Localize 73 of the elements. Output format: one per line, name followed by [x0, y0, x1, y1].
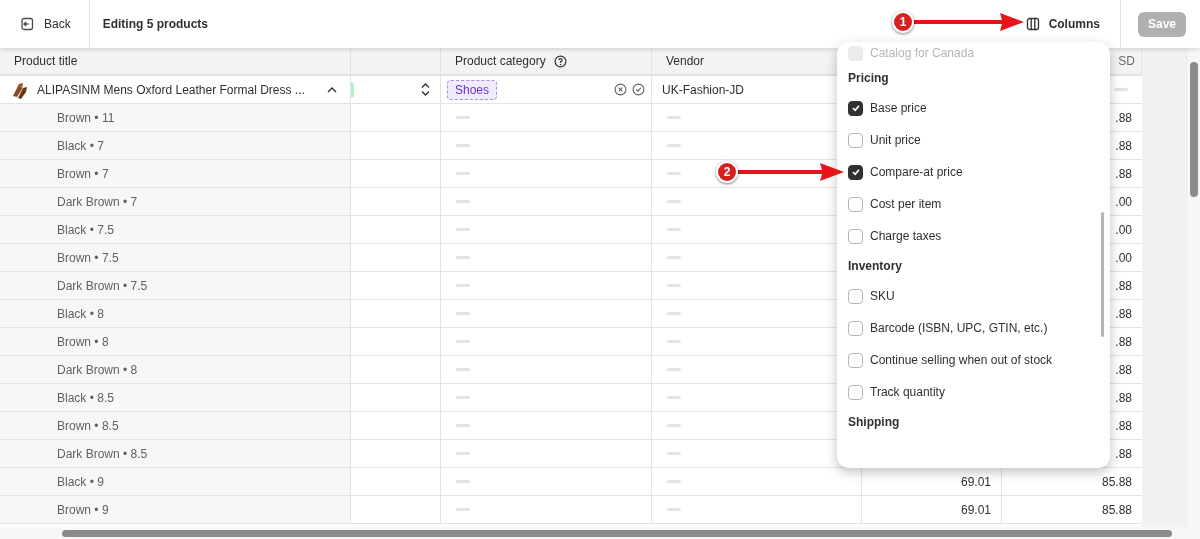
- vertical-scrollbar[interactable]: [1188, 48, 1200, 527]
- checkbox-label: Continue selling when out of stock: [870, 352, 1053, 369]
- checkbox[interactable]: [848, 288, 863, 304]
- checkbox[interactable]: [848, 320, 863, 336]
- back-icon: [20, 17, 34, 31]
- table-cell-text: .88: [1115, 165, 1132, 183]
- product-title: ALIPASINM Mens Oxford Leather Formal Dress ...: [37, 81, 305, 99]
- variant-name: Brown • 8: [57, 333, 109, 351]
- checkbox-label: Cost per item: [870, 196, 942, 213]
- checkbox-label: Charge taxes: [870, 228, 942, 245]
- table-cell-text: .88: [1115, 277, 1132, 295]
- checkbox-label: Barcode (ISBN, UPC, GTIN, etc.): [870, 320, 1048, 337]
- variant-name: Black • 7: [57, 137, 104, 155]
- checkbox-label: SKU: [870, 288, 895, 305]
- checkbox[interactable]: [848, 100, 863, 116]
- table-cell-text: .88: [1115, 333, 1132, 351]
- checkbox[interactable]: [848, 132, 863, 148]
- checkbox[interactable]: [848, 352, 863, 368]
- table-cell-text: 69.01: [960, 501, 991, 519]
- checkbox-label: Unit price: [870, 132, 921, 149]
- horizontal-scrollbar[interactable]: [0, 527, 1200, 539]
- checkbox-label: Compare-at price: [870, 164, 963, 181]
- table-cell-text: .00: [1115, 249, 1132, 267]
- table-cell-text: .88: [1115, 109, 1132, 127]
- table-cell-text: .00: [1115, 221, 1132, 239]
- variant-name: Black • 7.5: [57, 221, 114, 239]
- table-cell-text: 85.88: [1101, 473, 1132, 491]
- confirm-icon[interactable]: [632, 83, 645, 96]
- variant-name: Brown • 9: [57, 501, 109, 519]
- section-heading: Inventory: [848, 258, 902, 275]
- help-icon: [553, 54, 567, 68]
- table-cell-text: .88: [1115, 445, 1132, 463]
- column-header: Product title: [0, 48, 351, 74]
- checkbox-label: Base price: [870, 100, 927, 117]
- page-title: Editing 5 products: [102, 16, 209, 33]
- variant-name: Black • 9: [57, 473, 104, 491]
- variant-name: Brown • 11: [57, 109, 115, 127]
- columns-button[interactable]: Columns: [1021, 9, 1104, 39]
- chevron-icon: [327, 86, 337, 93]
- checkbox[interactable]: [848, 196, 863, 212]
- variant-name: Dark Brown • 8: [57, 361, 138, 379]
- variant-name: Brown • 8.5: [57, 417, 119, 435]
- table-cell-text: .88: [1115, 137, 1132, 155]
- variant-name: Dark Brown • 8.5: [57, 445, 148, 463]
- checkbox[interactable]: [848, 164, 863, 180]
- checkbox-label: Track quantity: [870, 384, 945, 401]
- checkmark-icon: [850, 167, 861, 177]
- checkmark-icon: [850, 103, 861, 113]
- checkbox[interactable]: [848, 384, 863, 400]
- status-badge: [351, 81, 354, 98]
- variant-name: Black • 8.5: [57, 389, 114, 407]
- table-cell-text: 85.88: [1101, 501, 1132, 519]
- table-cell-text: .88: [1115, 389, 1132, 407]
- vendor-name: UK-Fashion-JD: [662, 81, 745, 99]
- variant-name: Dark Brown • 7: [57, 193, 138, 211]
- table-cell-text: 69.01: [960, 473, 991, 491]
- step-number-badge: 2: [716, 161, 738, 183]
- variant-name: Black • 8: [57, 305, 104, 323]
- variant-name: Dark Brown • 7.5: [57, 277, 148, 295]
- table-cell-text: .88: [1115, 361, 1132, 379]
- select-arrows-icon[interactable]: [421, 83, 430, 96]
- category-tag: Shoes: [447, 79, 498, 100]
- columns-icon: [1025, 17, 1040, 31]
- table-cell-text: .88: [1115, 305, 1132, 323]
- checkbox-label: Catalog for Canada: [870, 45, 975, 62]
- table-cell-text: .88: [1115, 417, 1132, 435]
- variant-name: Brown • 7.5: [57, 249, 119, 267]
- column-header: Product category: [441, 48, 652, 74]
- variant-name: Brown • 7: [57, 165, 109, 183]
- clear-icon[interactable]: [614, 83, 627, 96]
- table-cell-text: .00: [1115, 193, 1132, 211]
- section-heading: Shipping: [848, 414, 900, 431]
- checkbox[interactable]: [848, 228, 863, 244]
